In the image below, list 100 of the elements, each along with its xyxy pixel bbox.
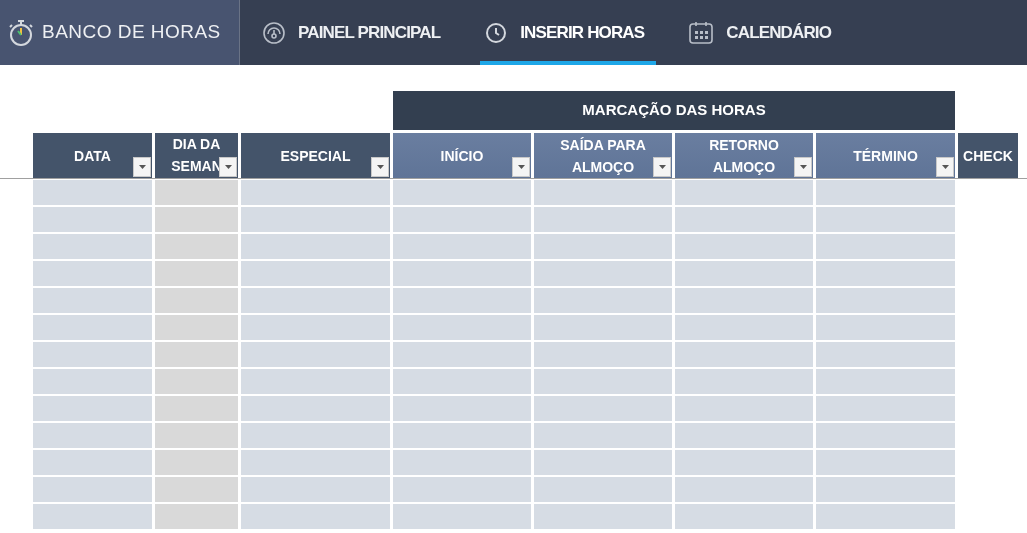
table-cell[interactable] [534, 477, 672, 502]
table-cell[interactable] [534, 423, 672, 448]
table-cell[interactable] [155, 396, 238, 421]
table-cell[interactable] [241, 261, 390, 286]
table-cell[interactable] [33, 369, 152, 394]
table-cell[interactable] [155, 180, 238, 205]
table-cell[interactable] [393, 180, 531, 205]
table-cell[interactable] [241, 315, 390, 340]
table-cell[interactable] [675, 504, 813, 529]
table-cell[interactable] [816, 396, 955, 421]
table-cell[interactable] [33, 261, 152, 286]
table-cell[interactable] [675, 450, 813, 475]
table-cell[interactable] [675, 396, 813, 421]
table-cell[interactable] [534, 207, 672, 232]
filter-button[interactable] [936, 157, 954, 177]
table-cell[interactable] [675, 234, 813, 259]
table-cell[interactable] [534, 180, 672, 205]
table-cell[interactable] [33, 396, 152, 421]
table-cell[interactable] [241, 369, 390, 394]
table-cell[interactable] [675, 207, 813, 232]
table-cell[interactable] [393, 234, 531, 259]
table-cell[interactable] [675, 288, 813, 313]
table-cell[interactable] [155, 450, 238, 475]
table-cell[interactable] [155, 207, 238, 232]
table-cell[interactable] [675, 180, 813, 205]
filter-button[interactable] [219, 157, 237, 177]
table-cell[interactable] [33, 450, 152, 475]
table-cell[interactable] [816, 504, 955, 529]
table-cell[interactable] [393, 477, 531, 502]
table-cell[interactable] [816, 315, 955, 340]
table-cell[interactable] [393, 423, 531, 448]
table-cell[interactable] [241, 207, 390, 232]
table-cell[interactable] [675, 342, 813, 367]
table-cell[interactable] [241, 234, 390, 259]
table-cell[interactable] [816, 450, 955, 475]
table-cell[interactable] [816, 288, 955, 313]
table-cell[interactable] [534, 369, 672, 394]
table-cell[interactable] [675, 369, 813, 394]
table-cell[interactable] [241, 423, 390, 448]
table-cell[interactable] [241, 504, 390, 529]
table-cell[interactable] [33, 315, 152, 340]
table-cell[interactable] [155, 288, 238, 313]
table-cell[interactable] [816, 234, 955, 259]
table-cell[interactable] [534, 450, 672, 475]
table-cell[interactable] [33, 342, 152, 367]
table-cell[interactable] [241, 342, 390, 367]
table-cell[interactable] [393, 207, 531, 232]
table-cell[interactable] [241, 477, 390, 502]
nav-tab[interactable]: CALENDÁRIO [666, 0, 854, 65]
table-cell[interactable] [393, 504, 531, 529]
table-cell[interactable] [534, 315, 672, 340]
table-cell[interactable] [393, 315, 531, 340]
table-cell[interactable] [816, 207, 955, 232]
table-cell[interactable] [816, 261, 955, 286]
table-cell[interactable] [816, 423, 955, 448]
filter-button[interactable] [371, 157, 389, 177]
table-cell[interactable] [155, 369, 238, 394]
table-cell[interactable] [393, 342, 531, 367]
table-cell[interactable] [393, 396, 531, 421]
table-cell[interactable] [33, 423, 152, 448]
table-cell[interactable] [241, 396, 390, 421]
table-cell[interactable] [155, 315, 238, 340]
table-cell[interactable] [675, 315, 813, 340]
table-cell[interactable] [155, 477, 238, 502]
table-cell[interactable] [33, 207, 152, 232]
table-cell[interactable] [241, 180, 390, 205]
filter-button[interactable] [653, 157, 671, 177]
table-cell[interactable] [534, 396, 672, 421]
table-cell[interactable] [534, 342, 672, 367]
table-cell[interactable] [534, 261, 672, 286]
nav-tab[interactable]: INSERIR HORAS [462, 0, 667, 65]
filter-button[interactable] [133, 157, 151, 177]
table-cell[interactable] [393, 261, 531, 286]
table-cell[interactable] [155, 423, 238, 448]
table-cell[interactable] [816, 369, 955, 394]
table-cell[interactable] [675, 477, 813, 502]
table-cell[interactable] [155, 234, 238, 259]
table-cell[interactable] [393, 450, 531, 475]
filter-button[interactable] [512, 157, 530, 177]
table-cell[interactable] [155, 342, 238, 367]
table-cell[interactable] [675, 261, 813, 286]
table-cell[interactable] [33, 234, 152, 259]
table-cell[interactable] [241, 450, 390, 475]
table-cell[interactable] [33, 288, 152, 313]
filter-button[interactable] [794, 157, 812, 177]
table-cell[interactable] [393, 288, 531, 313]
table-cell[interactable] [675, 423, 813, 448]
table-cell[interactable] [33, 180, 152, 205]
table-cell[interactable] [534, 234, 672, 259]
table-cell[interactable] [393, 369, 531, 394]
table-cell[interactable] [816, 477, 955, 502]
table-cell[interactable] [241, 288, 390, 313]
table-cell[interactable] [33, 504, 152, 529]
table-cell[interactable] [534, 288, 672, 313]
table-cell[interactable] [816, 342, 955, 367]
table-cell[interactable] [534, 504, 672, 529]
table-cell[interactable] [155, 261, 238, 286]
table-cell[interactable] [33, 477, 152, 502]
nav-tab[interactable]: PAINEL PRINCIPAL [240, 0, 463, 65]
table-cell[interactable] [816, 180, 955, 205]
